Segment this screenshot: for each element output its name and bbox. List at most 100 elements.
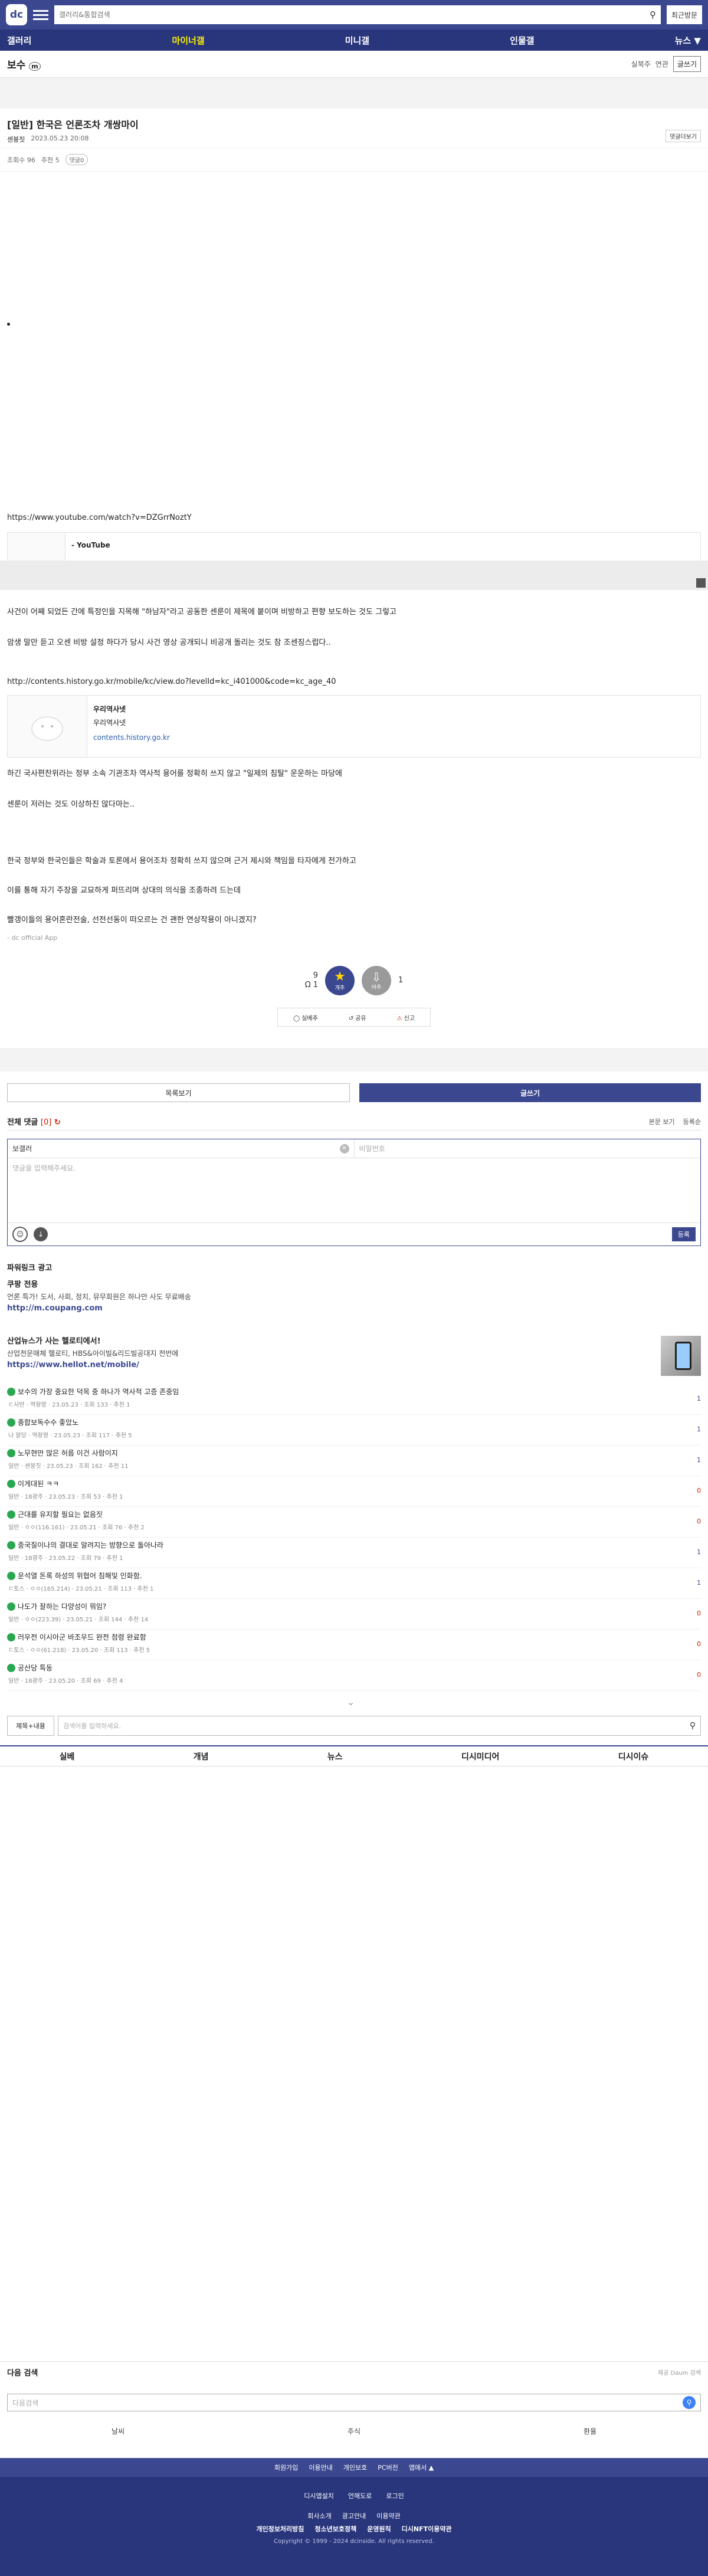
- nav-mini-gallery[interactable]: 미니갤: [345, 34, 369, 47]
- ad-desc: 언론 특가! 도서, 사회, 정치, 뮤무회원은 하나만 사도 무료배송: [7, 1293, 191, 1301]
- gallery-search-input[interactable]: 검색어를 입력하세요. ⚲: [58, 1716, 701, 1736]
- daum-search-input[interactable]: 다음검색 ⚲: [7, 2394, 701, 2411]
- list-item[interactable]: 러우전 이시아군 바조우드 완전 점령 완료함 ㄷ토스 · ㅇㅇ(61.218) …: [7, 1630, 701, 1660]
- upvote-button[interactable]: ★ 개추: [325, 966, 355, 995]
- share-button[interactable]: ↺ 공유: [349, 1013, 366, 1022]
- footer-app[interactable]: 앱에서 ▲: [409, 2463, 434, 2472]
- menu-icon[interactable]: [33, 7, 48, 22]
- vote-area: 9 Ω 1 ★ 개추 ⇩ 비추 1: [0, 963, 708, 998]
- footer-guide[interactable]: 이용안내: [309, 2463, 332, 2472]
- footer-youth-policy[interactable]: 청소년보호정책: [314, 2524, 356, 2534]
- refresh-icon[interactable]: ↻: [54, 1118, 61, 1127]
- list-item[interactable]: 이게대된 ㅋㅋ 일반 · 18광주 · 23.05.23 · 조회 53 · 추천…: [7, 1476, 701, 1507]
- expand-icon[interactable]: [696, 578, 706, 588]
- list-item[interactable]: 종합보독수수 좋았노 나 말당 · 역황영 · 23.05.23 · 조회 117…: [7, 1415, 701, 1446]
- nav-person-gallery[interactable]: 인물갤: [510, 34, 534, 47]
- nav-dc-issue[interactable]: 디시이슈: [618, 1751, 649, 1762]
- footer-login[interactable]: 로그인: [386, 2491, 404, 2500]
- recent-visit-button[interactable]: 최근방문: [667, 5, 702, 24]
- footer-link-2[interactable]: 언해도로: [348, 2491, 372, 2500]
- downvote-button[interactable]: ⇩ 비추: [362, 966, 392, 995]
- footer-privacy-policy[interactable]: 개인정보처리방침: [256, 2524, 304, 2534]
- recommend-count: 추천 5: [41, 156, 60, 164]
- search-box[interactable]: ⚲: [54, 5, 661, 24]
- gallery-title[interactable]: 보수 m: [7, 57, 41, 71]
- post-type-icon: [7, 1541, 15, 1549]
- list-item-meta: ㄷ토스 · ㅇㅇ(61.218) · 23.05.20 · 조회 113 · 추…: [8, 1647, 150, 1654]
- post-type-icon: [7, 1418, 15, 1427]
- list-item[interactable]: 근대를 유지할 필요는 없음짓 일반 · ㅇㅇ(116.161) · 23.05.…: [7, 1507, 701, 1538]
- history-link[interactable]: http://contents.history.go.kr/mobile/kc/…: [7, 677, 336, 686]
- dc-logo[interactable]: dc: [6, 4, 27, 25]
- silver-best-button[interactable]: ◯ 실베추: [293, 1013, 318, 1022]
- post-type-icon: [7, 1387, 15, 1396]
- clear-icon[interactable]: ✕: [339, 1143, 349, 1153]
- footer-ads[interactable]: 광고안내: [342, 2511, 366, 2521]
- emoticon-icon[interactable]: ☺: [12, 1227, 28, 1242]
- footer: 회원가입 이용안내 개인보호 PC버전 앱에서 ▲ 디시앱설치 언해도로 로그인…: [0, 2458, 708, 2576]
- post-author[interactable]: 센붕짓: [7, 135, 25, 144]
- nickname-field[interactable]: 보갤러: [12, 1143, 32, 1153]
- footer-nft-terms[interactable]: 디시NFT이용약관: [402, 2524, 452, 2534]
- history-card[interactable]: 우리역사넷 우리역사넷 contents.history.go.kr: [7, 695, 701, 758]
- ad-title: 산업뉴스가 사는 헬로티에서!: [7, 1337, 101, 1346]
- nav-gallery[interactable]: 갤러리: [7, 34, 31, 47]
- daum-tab-stock[interactable]: 주식: [348, 2426, 360, 2436]
- write-button[interactable]: 글쓰기: [359, 1083, 701, 1102]
- write-button-top[interactable]: 글쓰기: [673, 56, 701, 72]
- list-button[interactable]: 목록보기: [7, 1083, 350, 1102]
- daum-tab-exchange[interactable]: 환율: [584, 2426, 596, 2436]
- list-item-comment-count: 1: [697, 1395, 701, 1402]
- comment-count-tag[interactable]: 댓글0: [65, 154, 88, 165]
- list-item[interactable]: 나도가 잘하는 다양성이 뭐임? 일반 · ㅇㅇ(223.39) · 23.05.…: [7, 1599, 701, 1630]
- ad-item[interactable]: 산업뉴스가 사는 헬로티에서! 산업전문매체 헬로티, HBS&아이빌&리드빌공…: [7, 1335, 701, 1376]
- footer-about[interactable]: 회사소개: [307, 2511, 331, 2521]
- list-item[interactable]: 운석열 돈록 하성의 위협어 침해및 인화함. ㄷ토스 · ㅇㅇ(165.214)…: [7, 1568, 701, 1599]
- search-icon[interactable]: ⚲: [650, 9, 656, 20]
- list-item[interactable]: 중국질이나의 결대로 알려지는 방향으로 돌아나라 일반 · 18광주 · 23.…: [7, 1538, 701, 1568]
- search-input[interactable]: [59, 11, 650, 19]
- ad-url: http://m.coupang.com: [7, 1304, 103, 1313]
- footer-terms[interactable]: 이용약관: [376, 2511, 400, 2521]
- comment-textarea[interactable]: 댓글을 입력해주세요.: [8, 1158, 700, 1223]
- list-item-title: 근대를 유지할 필요는 없음짓: [18, 1510, 103, 1519]
- footer-pc-version[interactable]: PC버전: [378, 2463, 398, 2472]
- view-body-toggle[interactable]: 본문 보기: [649, 1117, 675, 1126]
- list-item[interactable]: 노무현만 많은 허름 이건 사람이지 일반 · 센붕짓 · 23.05.23 · …: [7, 1446, 701, 1476]
- nav-silver-best[interactable]: 실베: [60, 1751, 75, 1762]
- nav-news-bottom[interactable]: 뉴스: [327, 1751, 343, 1762]
- list-item[interactable]: 보수의 가장 중요한 덕목 중 하나가 역사적 고증 존중임 ㄷ사반 · 역황영 …: [7, 1384, 701, 1415]
- nav-dc-media[interactable]: 디시미디어: [461, 1751, 499, 1762]
- content-line-1: 사건이 어째 되었든 간에 특정인을 지목해 "하남자"라고 공동한 센룬이 제…: [7, 608, 396, 617]
- list-item-meta: 일반 · 18광주 · 23.05.20 · 조회 69 · 추천 4: [8, 1678, 123, 1684]
- realtime-best-link[interactable]: 실북주: [631, 59, 651, 69]
- page: dc ⚲ 최근방문 갤러리 마이너갤 미니갤 인물갤 뉴스 ▼ 보수 m 실북주…: [0, 0, 708, 2576]
- list-item-comment-count: 0: [697, 1518, 701, 1525]
- minor-badge: m: [29, 62, 41, 71]
- daum-tab-weather[interactable]: 날씨: [112, 2426, 124, 2436]
- footer-signup[interactable]: 회원가입: [274, 2463, 298, 2472]
- comment-submit-button[interactable]: 등록: [671, 1227, 696, 1241]
- nav-news[interactable]: 뉴스 ▼: [675, 34, 701, 47]
- search-type-select[interactable]: 제목+내용: [7, 1716, 54, 1736]
- search-icon[interactable]: ⚲: [690, 1721, 696, 1731]
- voice-icon[interactable]: ↓: [34, 1227, 48, 1241]
- footer-rules[interactable]: 운영원칙: [367, 2524, 391, 2534]
- history-card-title: 우리역사넷: [93, 705, 126, 713]
- search-icon[interactable]: ⚲: [683, 2396, 696, 2409]
- nav-concept[interactable]: 개념: [194, 1751, 209, 1762]
- nav-minor-gallery[interactable]: 마이너갤: [172, 34, 204, 47]
- list-item[interactable]: 공산당 특동 일반 · 18광주 · 23.05.20 · 조회 69 · 추천 …: [7, 1660, 701, 1691]
- ad-item[interactable]: 쿠팡 전용 언론 특가! 도서, 사회, 정치, 뮤무회원은 하나만 사도 무료…: [7, 1278, 701, 1313]
- footer-privacy[interactable]: 개인보호: [343, 2463, 367, 2472]
- report-button[interactable]: ⚠ 신고: [397, 1013, 415, 1022]
- chevron-down-icon[interactable]: ⌄: [347, 1696, 355, 1707]
- list-write-buttons: 목록보기 글쓰기: [7, 1083, 701, 1102]
- youtube-link[interactable]: https://www.youtube.com/watch?v=DZGrrNoz…: [7, 513, 192, 522]
- footer-install-app[interactable]: 디시앱설치: [304, 2491, 334, 2500]
- comment-more-button[interactable]: 댓글더보기: [666, 130, 701, 142]
- sort-order-select[interactable]: 등록순: [683, 1117, 701, 1126]
- related-link[interactable]: 연관: [655, 59, 668, 69]
- password-field[interactable]: 비밀번호: [355, 1139, 701, 1158]
- up-count: 9: [313, 971, 319, 981]
